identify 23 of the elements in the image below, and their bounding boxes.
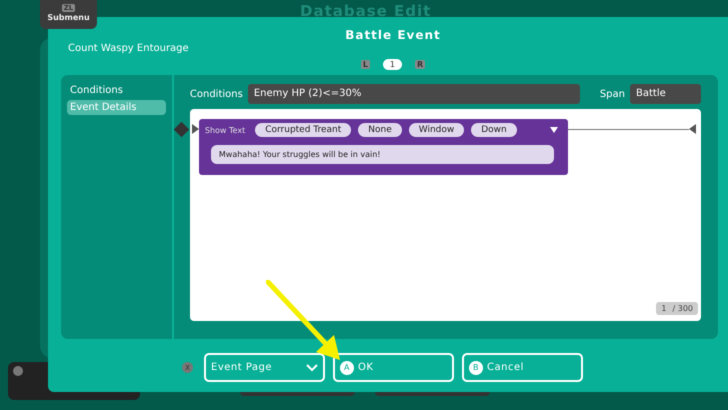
chevron-down-icon (306, 364, 318, 372)
parameter-chip[interactable]: Corrupted Treant (255, 123, 352, 137)
conditions-label: Conditions (190, 88, 243, 100)
conditions-field[interactable]: Enemy HP (2)<=30% (248, 84, 580, 104)
enemy-name: Count Waspy Entourage (68, 43, 190, 56)
parameter-chip[interactable]: Window (408, 123, 464, 137)
message-text-field[interactable]: Mwahaha! Your struggles will be in vain! (210, 145, 554, 164)
r-key-icon[interactable]: R (415, 60, 426, 68)
command-label: Show Text (204, 126, 246, 134)
event-command-block[interactable]: Show Text Corrupted Treant None Window Down Mwahaha! Your struggles will be in vain! (198, 119, 568, 175)
span-label: Span (600, 88, 625, 100)
sidebar-item[interactable]: Conditions (67, 83, 166, 98)
counter-current: 1 (661, 304, 666, 313)
l-key-icon[interactable]: L (360, 60, 370, 68)
dialog-title: Battle Event (344, 28, 442, 42)
submenu-label: Submenu (47, 13, 90, 22)
end-marker-icon (689, 124, 696, 134)
page-number: 1 (382, 58, 402, 70)
dropdown-arrow-icon[interactable] (550, 127, 558, 133)
span-field[interactable]: Battle (630, 84, 701, 104)
parameter-chip[interactable]: Down (471, 123, 517, 137)
parameter-chip[interactable]: None (358, 123, 402, 137)
counter-total: / 300 (672, 304, 693, 313)
